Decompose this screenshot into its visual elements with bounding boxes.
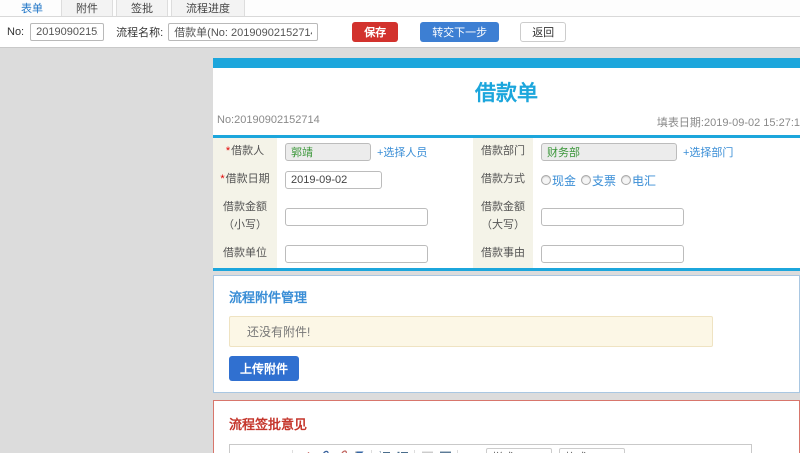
approval-heading: 流程签批意见 [229, 417, 308, 432]
bold-icon[interactable]: B [236, 448, 252, 453]
bulleted-list-icon[interactable] [394, 448, 410, 453]
amount-small-label-text: 借款金额（小写） [223, 201, 267, 231]
department-input[interactable] [541, 143, 677, 161]
form-grid: *借款人 +选择人员 借款部门 +选择部门 *借款日期 借款方式 [213, 138, 800, 268]
content-area: 借款单 No:20190902152714 填表日期:2019-09-02 15… [0, 48, 800, 453]
required-mark: * [220, 173, 225, 186]
tab-bar: 表单 附件 签批 流程进度 [0, 0, 800, 17]
method-option-label: 支票 [592, 173, 617, 188]
form-meta: No:20190902152714 填表日期:2019-09-02 15:27:… [213, 114, 800, 135]
panel-accent-bar [213, 58, 800, 68]
loan-date-field [277, 166, 473, 194]
tab-form[interactable]: 表单 [6, 0, 58, 16]
unlink-icon[interactable] [333, 448, 349, 453]
italic-icon[interactable]: I [254, 448, 270, 453]
attachment-heading: 流程附件管理 [229, 290, 308, 305]
toolbar-separator [371, 449, 372, 453]
loan-reason-label: 借款事由 [473, 240, 533, 268]
styles-dropdown-label: 样式 [492, 449, 514, 453]
editor-toolbar: B I abc 123 [230, 445, 751, 453]
loan-date-label: *借款日期 [213, 166, 277, 194]
select-person-link[interactable]: +选择人员 [377, 144, 427, 160]
loan-unit-input[interactable] [285, 245, 428, 263]
fill-date: 填表日期:2019-09-02 15:27:1 [656, 117, 800, 129]
required-mark: * [225, 145, 231, 158]
loan-reason-input[interactable] [541, 245, 684, 263]
no-label: No: [7, 26, 25, 38]
format-dropdown-label: 格式 [565, 449, 587, 453]
radio-icon[interactable] [581, 175, 592, 185]
method-option-label: 现金 [552, 173, 577, 188]
loan-date-label-text: 借款日期 [225, 173, 270, 186]
borrower-field: +选择人员 [277, 138, 473, 166]
page-title: 借款单 [475, 82, 538, 105]
radio-icon[interactable] [541, 175, 551, 185]
radio-icon[interactable] [621, 175, 632, 185]
numbered-list-icon[interactable]: 123 [376, 448, 392, 453]
amount-big-label: 借款金额（大写） [473, 194, 533, 240]
anchor-flag-icon[interactable] [351, 448, 367, 453]
department-label-text: 借款部门 [481, 145, 525, 158]
accent-divider-bottom [213, 268, 800, 271]
borrower-label: *借款人 [213, 138, 277, 166]
loan-unit-label-text: 借款单位 [223, 247, 267, 260]
borrower-label-text: 借款人 [231, 145, 265, 158]
method-option-wire[interactable]: 电汇 [621, 172, 656, 189]
loan-form-panel: 借款单 No:20190902152714 填表日期:2019-09-02 15… [213, 58, 800, 271]
method-option-cash[interactable]: 现金 [541, 172, 576, 189]
loan-unit-field [277, 240, 473, 268]
department-label: 借款部门 [473, 138, 533, 166]
no-input[interactable] [30, 23, 105, 41]
amount-small-input[interactable] [285, 208, 428, 226]
loan-method-label: 借款方式 [473, 166, 533, 194]
toolbar-separator [414, 449, 415, 453]
loan-method-label-text: 借款方式 [481, 173, 525, 186]
approval-panel: 流程签批意见 B I abc [213, 400, 800, 453]
no-attachment-alert: 还没有附件! [229, 316, 713, 347]
loan-date-input[interactable] [285, 171, 382, 189]
indent-icon[interactable] [437, 448, 453, 453]
department-field: +选择部门 [533, 138, 800, 166]
next-step-button[interactable]: 转交下一步 [420, 22, 500, 42]
tab-sign[interactable]: 签批 [116, 0, 168, 16]
styles-dropdown[interactable]: 样式 [486, 447, 552, 453]
method-option-cheque[interactable]: 支票 [581, 172, 616, 189]
strikethrough-icon[interactable]: abc [272, 448, 288, 453]
loan-reason-label-text: 借款事由 [481, 247, 525, 260]
amount-big-field [533, 194, 800, 240]
attachment-panel: 流程附件管理 还没有附件! 上传附件 [213, 275, 800, 393]
back-button[interactable]: 返回 [520, 22, 567, 42]
process-name-label: 流程名称: [116, 27, 164, 39]
loan-reason-field [533, 240, 800, 268]
tab-progress[interactable]: 流程进度 [171, 0, 245, 16]
toolbar-separator [292, 449, 293, 453]
amount-small-label: 借款金额（小写） [213, 194, 277, 240]
tab-attachment[interactable]: 附件 [61, 0, 113, 16]
loan-method-field: 现金 支票 电汇 [533, 166, 800, 194]
outdent-icon[interactable] [419, 448, 435, 453]
amount-big-label-text: 借款金额（大写） [481, 201, 525, 231]
save-button[interactable]: 保存 [352, 22, 399, 42]
toolbar: No: 流程名称: 保存 转交下一步 返回 [0, 17, 800, 48]
blockquote-icon[interactable]: ” [462, 448, 478, 453]
amount-small-field [277, 194, 473, 240]
upload-attachment-button[interactable]: 上传附件 [229, 356, 300, 381]
method-option-label: 电汇 [632, 173, 657, 188]
rich-text-editor: B I abc 123 [229, 444, 752, 453]
remove-format-icon[interactable] [297, 448, 313, 453]
link-icon[interactable] [315, 448, 331, 453]
doc-no: No:20190902152714 [217, 114, 320, 126]
format-dropdown[interactable]: 格式 [559, 447, 625, 453]
select-department-link[interactable]: +选择部门 [683, 144, 733, 160]
process-name-input[interactable] [168, 23, 319, 41]
amount-big-input[interactable] [541, 208, 684, 226]
toolbar-separator [457, 449, 458, 453]
borrower-input[interactable] [285, 143, 371, 161]
loan-unit-label: 借款单位 [213, 240, 277, 268]
